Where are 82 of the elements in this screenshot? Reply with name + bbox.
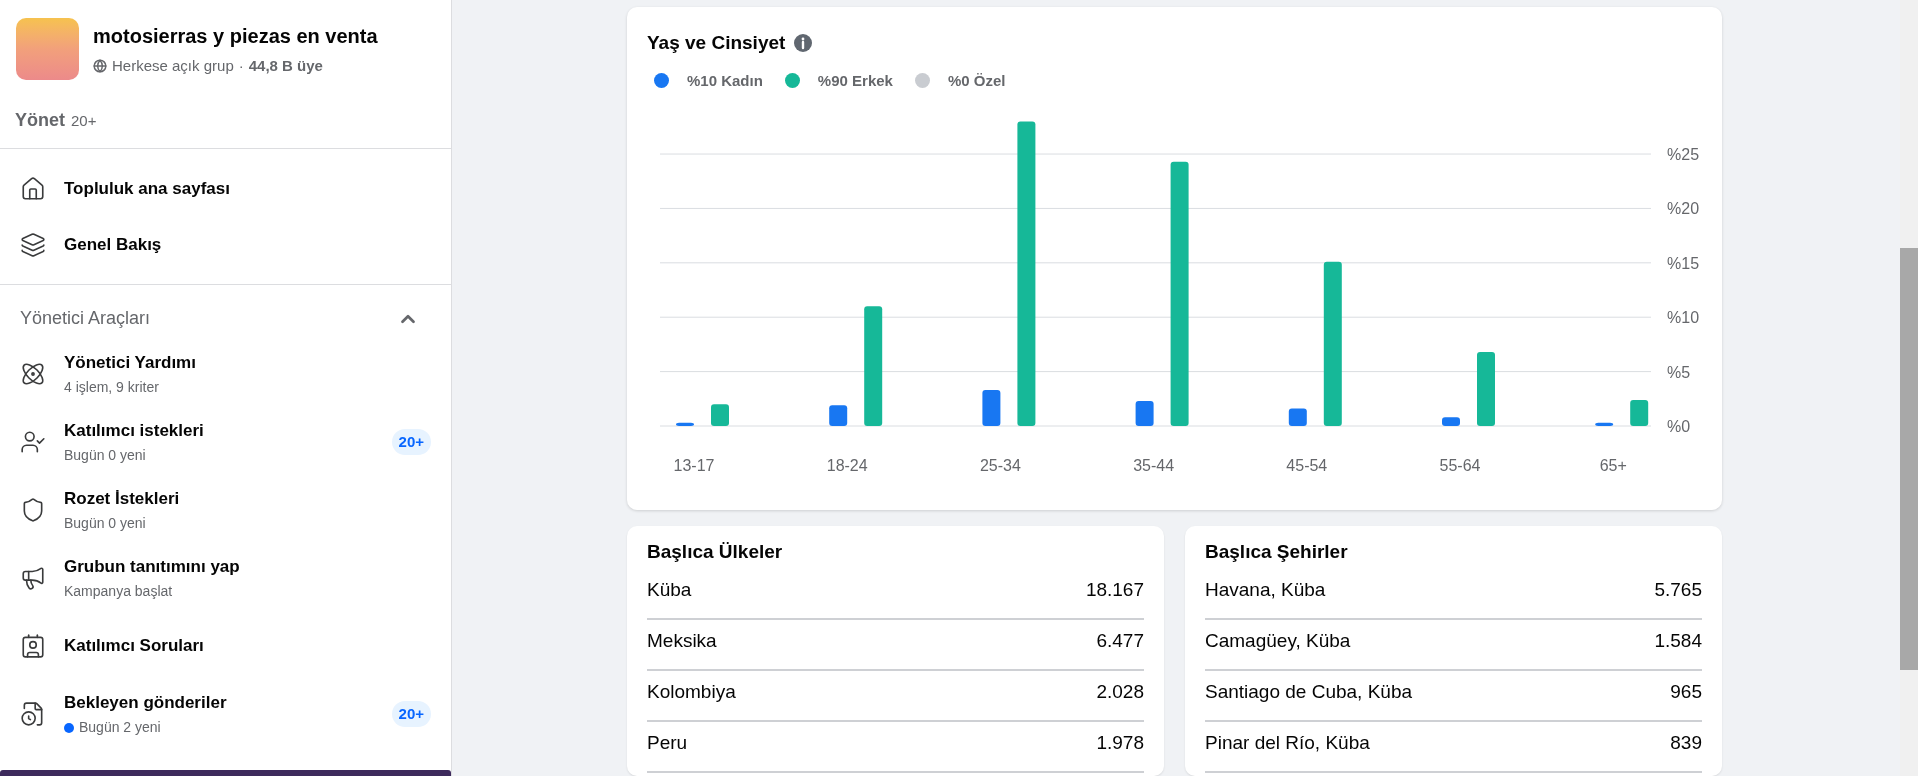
manage-count: 20+ (71, 111, 97, 131)
row-value: 1.584 (1654, 628, 1702, 653)
y-tick-label: %25 (1667, 146, 1700, 164)
user-check-icon (20, 429, 46, 455)
nav-item[interactable]: Topluluk ana sayfası (20, 161, 431, 217)
separator-dot: · (238, 55, 244, 76)
x-tick-label: 25-34 (979, 457, 1021, 474)
row-value: 6.477 (1096, 628, 1144, 653)
x-tick-label: 65+ (1599, 457, 1627, 474)
bar (1442, 417, 1460, 426)
bar (982, 390, 1001, 426)
count-badge: 20+ (391, 700, 431, 728)
y-tick-label: %5 (1667, 363, 1691, 381)
item-subtitle: Bugün 0 yeni (64, 514, 146, 534)
legend-label: %90 Erkek (817, 70, 893, 91)
row-value: 965 (1670, 679, 1702, 704)
row-label: Meksika (647, 628, 717, 653)
bar (1630, 399, 1649, 426)
group-photo-placeholder (16, 18, 79, 80)
x-tick-label: 55-64 (1439, 457, 1481, 474)
group-privacy: Herkese açık grup (112, 55, 234, 76)
item-title: Yönetici Yardımı (64, 351, 197, 374)
y-tick-label: %0 (1667, 418, 1691, 435)
legend-label: %10 Kadın (687, 70, 763, 91)
row-label: Pinar del Río, Küba (1205, 730, 1370, 755)
contact-card-icon (20, 633, 46, 659)
info-icon[interactable] (793, 33, 814, 54)
megaphone-icon (20, 565, 46, 591)
y-tick-label: %15 (1667, 254, 1700, 272)
row-value: 5.765 (1654, 577, 1702, 602)
item-subtitle: Bugün 0 yeni (64, 446, 146, 466)
bar (1288, 408, 1307, 426)
nav-item[interactable]: Genel Bakış (20, 217, 431, 273)
item-title: Katılımcı istekleri (64, 419, 205, 442)
admin-tool-item[interactable]: Katılımcı istekleri Bugün 0 yeni 20+ (20, 408, 431, 476)
item-subtitle: Bugün 2 yeni (79, 718, 161, 738)
row-value: 2.028 (1096, 679, 1144, 704)
y-tick-label: %10 (1667, 309, 1700, 327)
x-tick-label: 13-17 (673, 457, 715, 474)
item-title: Grubun tanıtımını yap (64, 555, 241, 578)
row-label: Camagüey, Küba (1205, 628, 1351, 653)
item-title: Bekleyen gönderiler (64, 691, 228, 714)
y-tick-label: %20 (1667, 200, 1700, 218)
row-value: 839 (1670, 730, 1702, 755)
scrollbar-thumb[interactable] (1900, 248, 1918, 670)
bar (1595, 422, 1614, 426)
item-subtitle: 4 işlem, 9 kriter (64, 378, 159, 398)
admin-tool-item[interactable]: Rozet İstekleri Bugün 0 yeni (20, 476, 431, 544)
manage-heading: Yönet (15, 109, 65, 132)
globe-icon (93, 59, 107, 73)
section-heading: Yönetici Araçları (20, 307, 151, 330)
bar (1135, 401, 1154, 426)
row-label: Peru (647, 730, 688, 755)
home-icon (20, 176, 46, 202)
atom-icon (20, 361, 46, 387)
row-label: Santiago de Cuba, Küba (1205, 679, 1413, 704)
item-title: Rozet İstekleri (64, 487, 181, 510)
card-title: Yaş ve Cinsiyet (647, 31, 786, 55)
count-badge: 20+ (391, 428, 431, 456)
admin-tool-item[interactable]: Bekleyen gönderiler Bugün 2 yeni 20+ (20, 680, 431, 748)
group-name[interactable]: motosierras y piezas en venta (93, 20, 378, 51)
layers-icon (20, 232, 46, 258)
row-label: Havana, Küba (1205, 577, 1326, 602)
x-tick-label: 35-44 (1133, 457, 1175, 474)
item-title: Katılımcı Soruları (64, 635, 205, 658)
x-tick-label: 18-24 (826, 457, 868, 474)
card-title: Başlıca Ülkeler (647, 540, 784, 564)
bar (829, 405, 848, 426)
admin-tool-item[interactable]: Yönetici Yardımı 4 işlem, 9 kriter (20, 340, 431, 408)
item-subtitle: Kampanya başlat (64, 582, 173, 602)
row-value: 18.167 (1085, 577, 1144, 602)
x-tick-label: 45-54 (1286, 457, 1328, 474)
admin-tool-item[interactable]: Katılımcı Soruları (20, 612, 431, 680)
member-count[interactable]: 44,8 B üye (248, 54, 323, 78)
row-label: Küba (647, 577, 692, 602)
bar (711, 404, 729, 426)
row-label: Kolombiya (647, 679, 736, 704)
row-value: 1.978 (1096, 730, 1144, 755)
admin-tool-item[interactable]: Grubun tanıtımını yap Kampanya başlat (20, 544, 431, 612)
legend-label: %0 Özel (947, 70, 1006, 91)
card-title: Başlıca Şehirler (1205, 540, 1349, 564)
bar (676, 422, 694, 426)
